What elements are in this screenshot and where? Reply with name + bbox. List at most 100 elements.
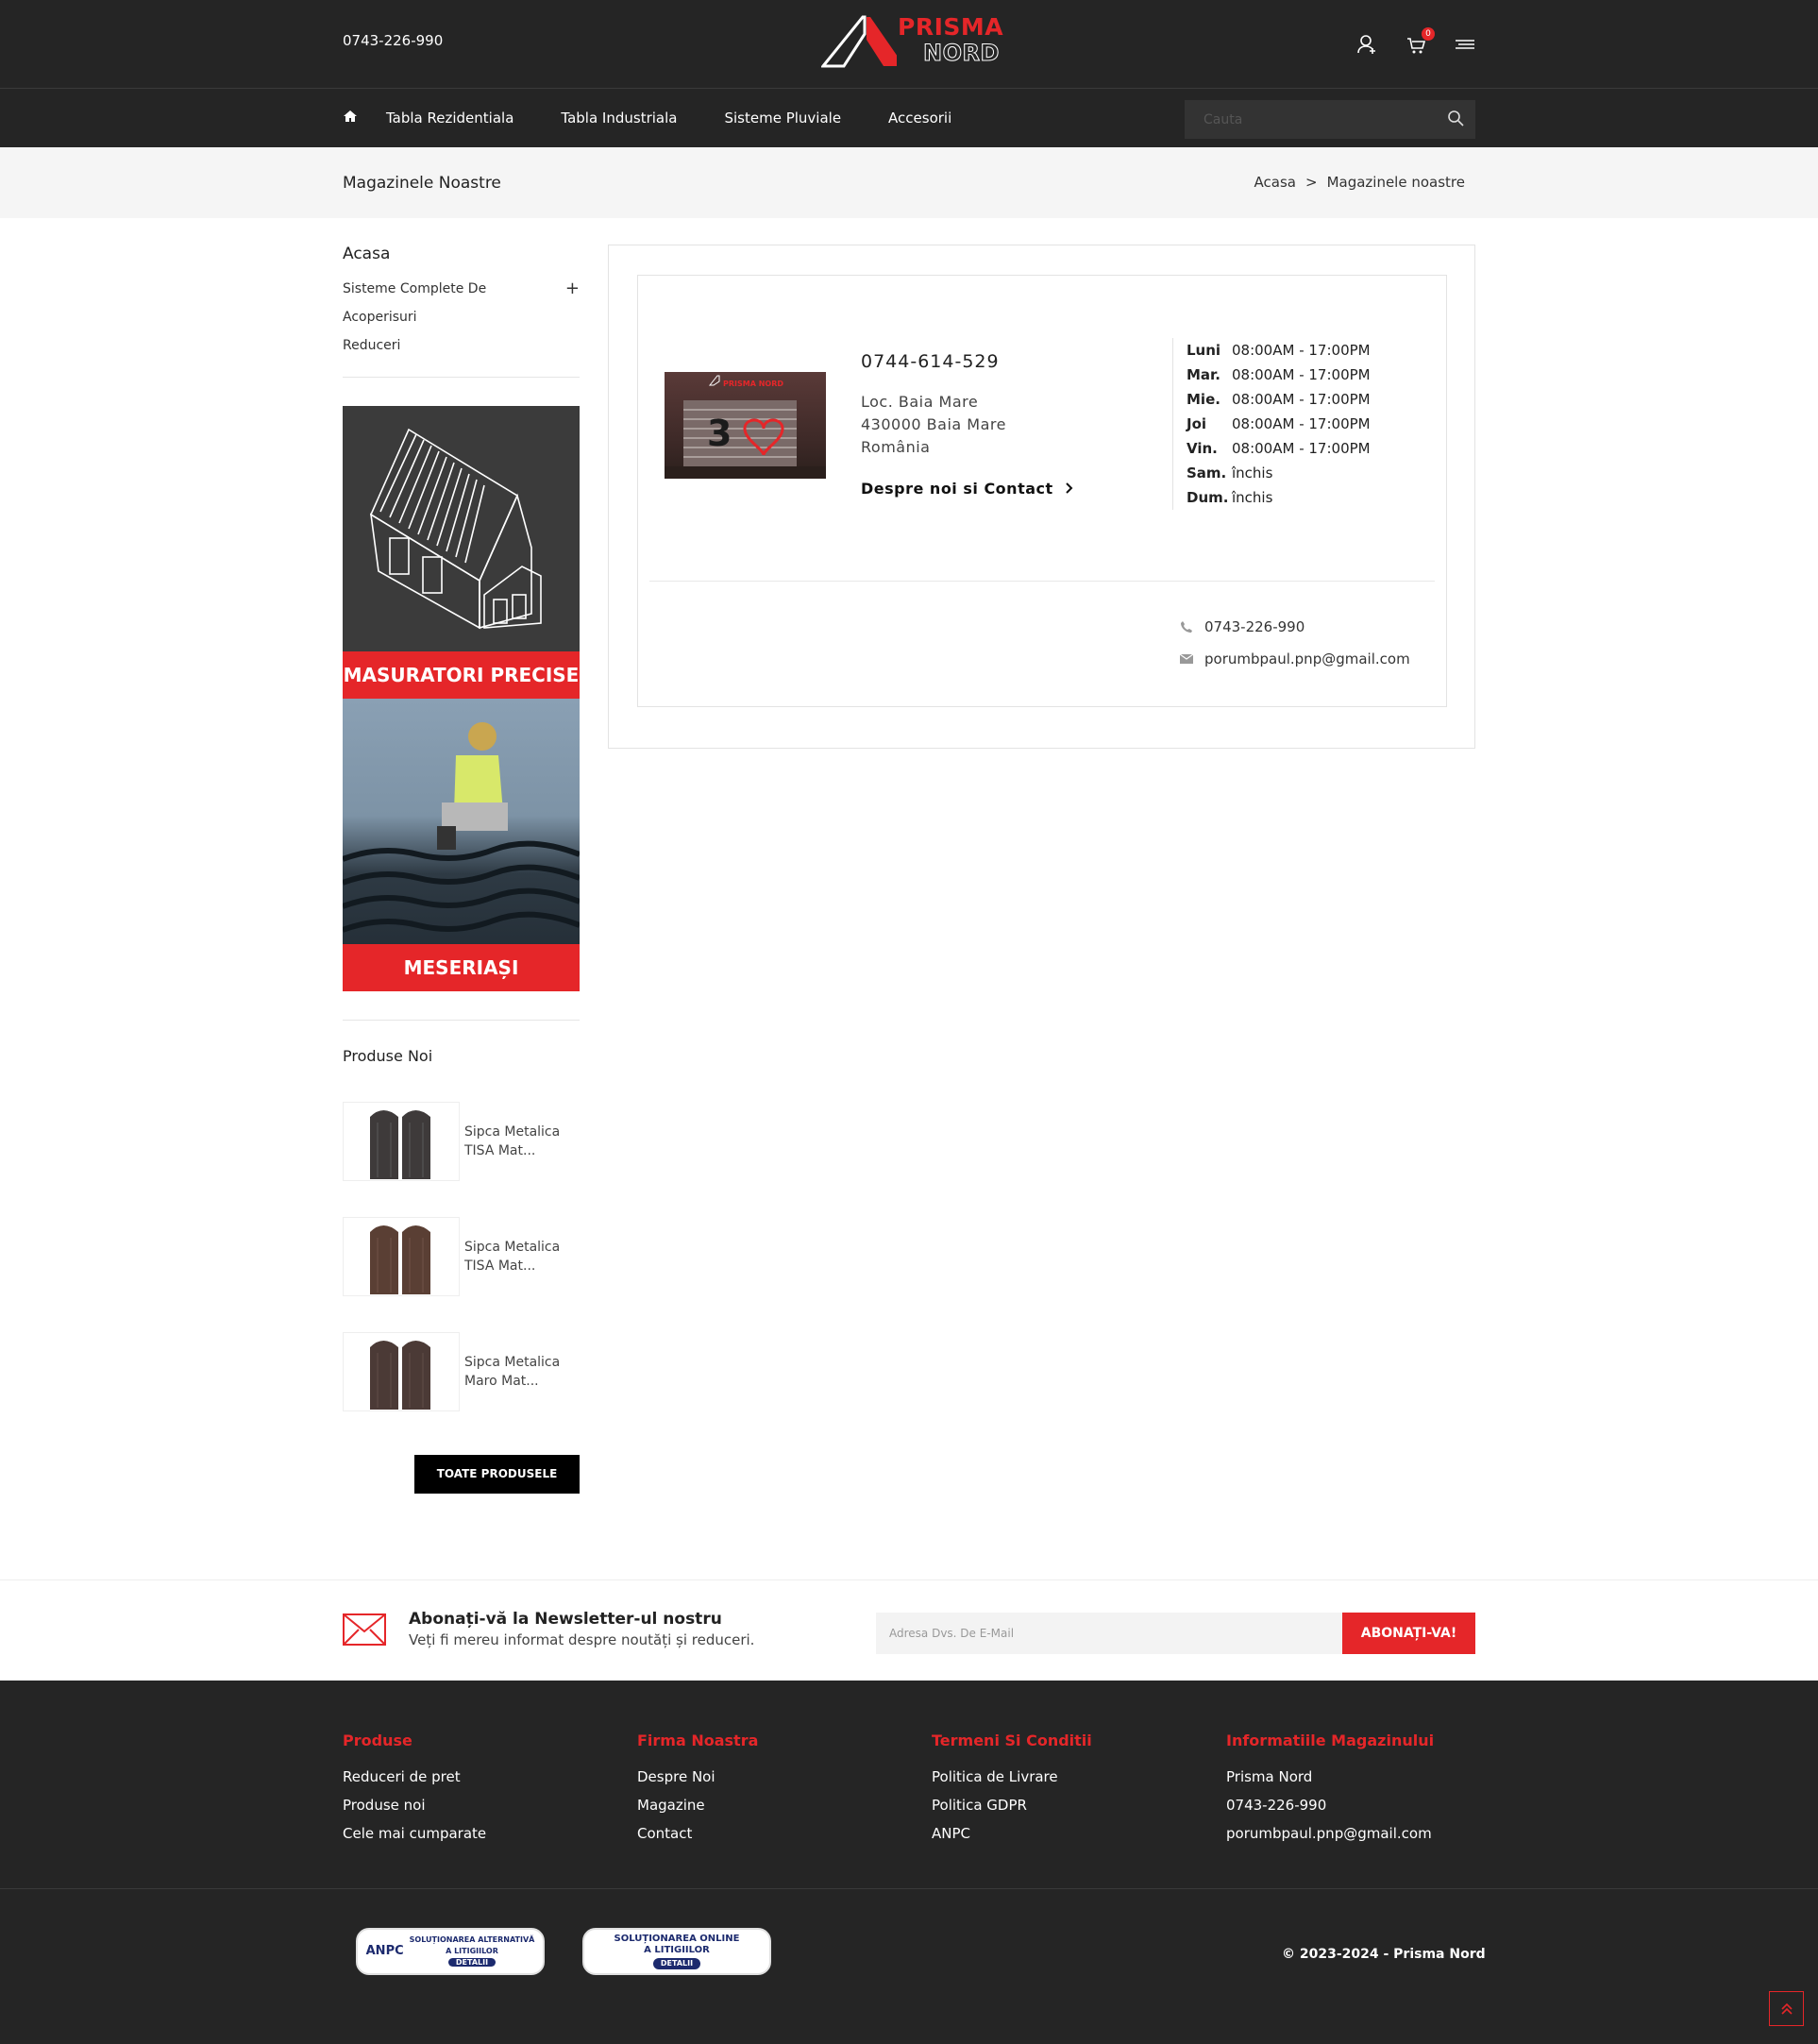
footer-heading: Informatiile Magazinului — [1226, 1731, 1435, 1749]
product-name[interactable]: Sipca Metalica TISA Mat... — [464, 1123, 573, 1160]
footer-column-store-info: Informatiile Magazinului Prisma Nord 074… — [1226, 1731, 1434, 1848]
envelope-icon — [343, 1613, 386, 1649]
category-item[interactable]: Sisteme Complete De + — [343, 275, 580, 303]
search-input[interactable] — [1185, 100, 1475, 139]
product-thumbnail[interactable] — [343, 1332, 460, 1411]
footer-link[interactable]: Politica GDPR — [932, 1791, 1092, 1819]
svg-text:PRISMA NORD: PRISMA NORD — [723, 380, 783, 388]
banner-craftsmen[interactable]: MESERIAȘI — [343, 699, 580, 991]
top-header: 0743-226-990 PRISMA NORD 0 — [0, 0, 1818, 89]
nav-item-sisteme-pluviale[interactable]: Sisteme Pluviale — [724, 110, 841, 127]
user-icon[interactable] — [1356, 34, 1377, 55]
store-contact: 0743-226-990 porumbpaul.pnp@gmail.com — [1180, 611, 1410, 675]
nav-item-tabla-industriala[interactable]: Tabla Industriala — [561, 110, 677, 127]
footer-link[interactable]: Contact — [637, 1819, 758, 1848]
stores-container: 3 PRISMA NORD 0744-614-529 Loc. Baia Mar… — [608, 245, 1475, 749]
product-name[interactable]: Sipca Metalica TISA Mat... — [464, 1238, 573, 1275]
product-thumbnail[interactable] — [343, 1102, 460, 1181]
address-line: România — [861, 438, 931, 456]
banner-label: MASURATORI PRECISE — [343, 651, 580, 699]
product-item[interactable]: Sipca Metalica TISA Mat... — [343, 1199, 580, 1314]
copyright: © 2023-2024 - Prisma Nord — [1282, 1947, 1486, 1962]
footer-link[interactable]: ANPC — [932, 1819, 1092, 1848]
footer-info-text: porumbpaul.pnp@gmail.com — [1226, 1825, 1432, 1842]
divider — [649, 581, 1435, 582]
newsletter-subheading: Veți fi mereu informat despre noutăți și… — [409, 1631, 755, 1648]
category-item[interactable]: Acoperisuri — [343, 303, 580, 331]
footer-heading: Termeni Si Conditii — [932, 1731, 1092, 1749]
divider — [343, 377, 580, 378]
address-line: Loc. Baia Mare — [861, 393, 979, 411]
contact-phone-row[interactable]: 0743-226-990 — [1180, 611, 1410, 643]
product-item[interactable]: Sipca Metalica Maro Mat... — [343, 1314, 580, 1429]
opening-hours: Luni 08:00AM - 17:00PM Mar. 08:00AM - 17:0… — [1172, 338, 1418, 510]
badge-line: A LITIGIILOR — [644, 1945, 710, 1955]
newsletter-section: Abonați-vă la Newsletter-ul nostru Veți … — [0, 1579, 1818, 1681]
all-products-button[interactable]: TOATE PRODUSELE — [414, 1455, 580, 1494]
double-chevron-up-icon — [1780, 2002, 1793, 2015]
phone-icon — [1181, 621, 1192, 633]
footer-column-terms: Termeni Si Conditii Politica de Livrare … — [932, 1731, 1092, 1848]
footer-link[interactable]: Cele mai cumparate — [343, 1819, 486, 1848]
divider — [0, 1888, 1818, 1889]
footer-heading: Firma Noastra — [637, 1731, 759, 1749]
house-drawing-icon — [369, 428, 542, 630]
footer-link[interactable]: Politica de Livrare — [932, 1763, 1092, 1791]
home-icon[interactable] — [343, 109, 358, 127]
cart-count-badge: 0 — [1422, 27, 1435, 41]
footer-link[interactable]: Magazine — [637, 1791, 758, 1819]
breadcrumb-bar: Magazinele Noastre Acasa > Magazinele noas… — [0, 147, 1818, 218]
hours-row: Dum. închis — [1187, 489, 1273, 506]
category-heading[interactable]: Acasa — [343, 245, 580, 263]
chevron-right-icon — [1066, 482, 1073, 494]
breadcrumb-home[interactable]: Acasa — [1254, 174, 1296, 191]
contact-email-row[interactable]: porumbpaul.pnp@gmail.com — [1180, 643, 1410, 675]
product-name[interactable]: Sipca Metalica Maro Mat... — [464, 1353, 573, 1391]
breadcrumb: Acasa > Magazinele noastre — [1254, 174, 1465, 191]
subscribe-button[interactable]: ABONAȚI-VA! — [1342, 1613, 1475, 1654]
store-phone[interactable]: 0744-614-529 — [861, 351, 1074, 372]
footer-column-company: Firma Noastra Despre Noi Magazine Contac… — [637, 1731, 758, 1848]
address-line: 430000 Baia Mare — [861, 415, 1006, 433]
banner-measurements[interactable]: MASURATORI PRECISE — [343, 406, 580, 699]
scroll-to-top-button[interactable] — [1769, 1991, 1804, 2026]
category-list: Sisteme Complete De + Acoperisuri Reducer… — [343, 275, 580, 360]
nav-item-tabla-rezidentiala[interactable]: Tabla Rezidentiala — [386, 110, 513, 127]
footer-info-text: Prisma Nord — [1226, 1768, 1313, 1785]
menu-icon[interactable] — [1455, 34, 1475, 55]
about-contact-link[interactable]: Despre noi si Contact — [861, 480, 1074, 498]
footer-link[interactable]: Produse noi — [343, 1791, 486, 1819]
store-building-illustration: 3 PRISMA NORD — [665, 375, 826, 479]
logo-text-prisma: PRISMA — [898, 13, 1004, 41]
roof-worker-illustration — [343, 722, 580, 933]
cart-icon[interactable]: 0 — [1406, 27, 1435, 55]
search-icon[interactable] — [1447, 110, 1464, 130]
breadcrumb-separator: > — [1305, 174, 1318, 191]
anpc-sal-badge[interactable]: ANPC SOLUȚIONAREA ALTERNATIVĂ A LITIGIIL… — [356, 1928, 545, 1975]
footer-heading: Produse — [343, 1731, 412, 1749]
category-item[interactable]: Reduceri — [343, 331, 580, 360]
new-products-heading: Produse Noi — [343, 1047, 433, 1065]
footer-link[interactable]: Despre Noi — [637, 1763, 758, 1791]
search-box — [1185, 100, 1475, 139]
product-thumbnail[interactable] — [343, 1217, 460, 1296]
badge-line: A LITIGIILOR — [446, 1947, 498, 1955]
logo-text-nord: NORD — [923, 40, 1000, 67]
product-item[interactable]: Sipca Metalica TISA Mat... — [343, 1084, 580, 1199]
logo-mark-icon — [821, 15, 897, 68]
site-logo[interactable]: PRISMA NORD — [821, 11, 1003, 70]
newsletter-email-input[interactable] — [876, 1613, 1342, 1654]
footer: Produse Reduceri de pret Produse noi Cel… — [0, 1681, 1818, 2044]
footer-link[interactable]: Reduceri de pret — [343, 1763, 486, 1791]
hours-row: Sam. închis — [1187, 465, 1273, 481]
main-nav: Tabla Rezidentiala Tabla Industriala Sis… — [0, 89, 1818, 147]
footer-info-text: 0743-226-990 — [1226, 1797, 1327, 1814]
sol-badge[interactable]: SOLUȚIONAREA ONLINE A LITIGIILOR DETALII — [582, 1928, 771, 1975]
svg-text:3: 3 — [707, 413, 732, 454]
hours-row: Luni 08:00AM - 17:00PM — [1187, 342, 1371, 359]
store-image[interactable]: 3 PRISMA NORD — [665, 372, 826, 479]
nav-item-accesorii[interactable]: Accesorii — [888, 110, 951, 127]
badge-line: SOLUȚIONAREA ONLINE — [614, 1934, 740, 1944]
header-phone[interactable]: 0743-226-990 — [343, 32, 443, 49]
expand-plus-icon[interactable]: + — [565, 275, 580, 303]
